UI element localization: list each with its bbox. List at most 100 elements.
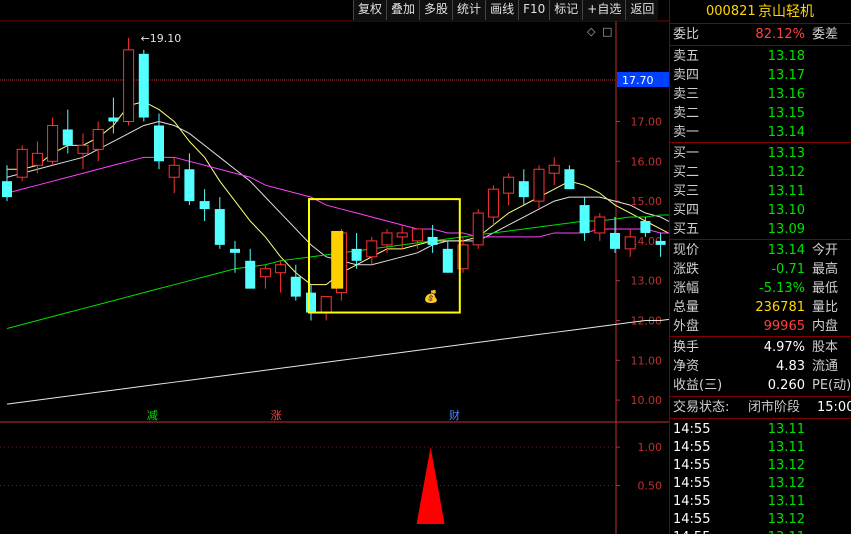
money-bag-icon: 💰 (424, 290, 439, 304)
ask-price: 13.18 (767, 49, 805, 64)
candle-body-up (533, 168, 545, 202)
candle-body-up (624, 236, 636, 250)
candle-body-down (184, 169, 195, 202)
status-time: 15:00: (817, 400, 851, 415)
tick-row: 14:55 13.11 (673, 439, 851, 457)
toolbar-button-6[interactable]: 标记 (549, 0, 582, 20)
fund-label2: 股本 (812, 340, 839, 355)
tick-time: 14:55 (673, 458, 711, 473)
status-label: 交易状态: (673, 400, 730, 415)
fund-row: 换手 4.97% 股本 (673, 339, 851, 357)
toolbar-button-8[interactable]: 返回 (625, 0, 658, 20)
toolbar-button-5[interactable]: F10 (518, 0, 549, 20)
y-tick-label: 10.00 (631, 394, 663, 407)
toolbar-button-1[interactable]: 叠加 (386, 0, 419, 20)
toolbar-button-2[interactable]: 多股 (419, 0, 452, 20)
quote-label: 外盘 (673, 319, 700, 334)
candle-body-down (640, 221, 651, 233)
candle-body-down (154, 125, 164, 162)
ask-row: 卖三 13.16 (673, 86, 851, 104)
ma-line-4 (6, 318, 669, 405)
signal-bar (331, 230, 344, 289)
candle-body-down (199, 201, 210, 210)
fund-row: 收益(三) 0.260 PE(动) (673, 377, 851, 395)
toolbar-button-4[interactable]: 画线 (485, 0, 518, 20)
ask-label: 卖二 (673, 106, 700, 121)
y-tick-label: 13.00 (631, 275, 663, 288)
quote-label2: 内盘 (812, 319, 839, 334)
candle-body-up (503, 176, 515, 194)
bid-price: 13.13 (767, 146, 805, 161)
event-marker: 减 (147, 409, 158, 422)
candle-body-up (16, 148, 28, 178)
tick-time: 14:55 (673, 476, 711, 491)
event-marker: 涨 (271, 409, 282, 422)
tick-price: 13.11 (768, 529, 805, 534)
ask-price: 13.17 (767, 68, 805, 83)
candle-body-up (366, 240, 378, 258)
kline-chart[interactable]: 17.0016.0015.0014.0013.0012.0011.0010.00… (0, 0, 669, 534)
ask-label: 卖一 (673, 125, 700, 140)
candle-body-up (411, 228, 423, 242)
ask-label: 卖三 (673, 87, 700, 102)
candle-body-up (259, 268, 271, 278)
tick-price: 13.12 (767, 458, 805, 473)
candle-body-up (275, 264, 287, 274)
tick-price: 13.11 (767, 440, 805, 455)
ask-price: 13.15 (767, 106, 805, 121)
ask-price: 13.14 (767, 125, 805, 140)
tick-row: 14:55 13.11 (673, 529, 851, 534)
status-value: 闭市阶段 (748, 400, 801, 415)
toolbar-button-7[interactable]: +自选 (582, 0, 625, 20)
candle-body-up (594, 216, 606, 234)
tick-row: 14:55 13.11 (673, 421, 851, 439)
candle-body-up (487, 188, 499, 218)
candle-body-up (396, 232, 408, 238)
candle-body-up (548, 164, 560, 174)
quote-label2: 量比 (812, 300, 839, 315)
quote-value: 13.14 (767, 243, 805, 258)
candle-body-up (92, 128, 104, 150)
high-price-label: ←19.10 (141, 32, 182, 45)
stock-name: 京山轻机 (758, 4, 814, 20)
ask-row: 卖一 13.14 (673, 124, 851, 142)
candle-body-up (168, 164, 180, 178)
quote-row: 总量 236781 量比 (673, 299, 851, 317)
bid-row: 买四 13.10 (673, 202, 851, 220)
candle-body-down (230, 248, 240, 253)
candle-body-down (655, 240, 666, 245)
toolbar-button-0[interactable]: 复权 (353, 0, 386, 20)
candle-body-down (138, 53, 149, 118)
tick-time: 14:55 (673, 440, 711, 455)
event-marker: 财 (449, 408, 460, 422)
candle-body-up (77, 144, 89, 154)
quote-panel: 000821 京山轻机 委比 82.12% 委差 卖五 13.18 卖四 13.17 卖… (669, 0, 851, 534)
indicator-tick-label: 1.00 (638, 441, 663, 454)
candle-body-down (351, 248, 362, 261)
quote-value: -0.71 (771, 262, 805, 277)
candle-body-up (47, 124, 59, 162)
bid-label: 买四 (673, 203, 700, 218)
fund-label: 换手 (673, 340, 700, 355)
ask-row: 卖五 13.18 (673, 48, 851, 66)
bid-label: 买三 (673, 184, 700, 199)
weibi-value: 82.12% (755, 27, 805, 42)
candle-body-down (108, 117, 119, 122)
candle-body-down (579, 205, 590, 233)
fund-label2: 流通 (812, 359, 839, 374)
candle-body-down (564, 169, 575, 190)
bid-row: 买二 13.12 (673, 164, 851, 182)
ask-label: 卖五 (673, 49, 700, 64)
quote-label: 涨幅 (673, 281, 700, 296)
quote-label: 现价 (673, 243, 700, 258)
bid-price: 13.10 (767, 203, 805, 218)
candle-body-up (381, 232, 393, 246)
stock-code: 000821 (706, 4, 756, 19)
bid-price: 13.11 (767, 184, 805, 199)
fund-label: 收益(三) (673, 378, 723, 393)
fund-value: 0.260 (767, 378, 805, 393)
candle-body-down (427, 236, 438, 245)
fund-value: 4.83 (776, 359, 805, 374)
toolbar-button-3[interactable]: 统计 (452, 0, 485, 20)
quote-label2: 今开 (812, 243, 839, 258)
